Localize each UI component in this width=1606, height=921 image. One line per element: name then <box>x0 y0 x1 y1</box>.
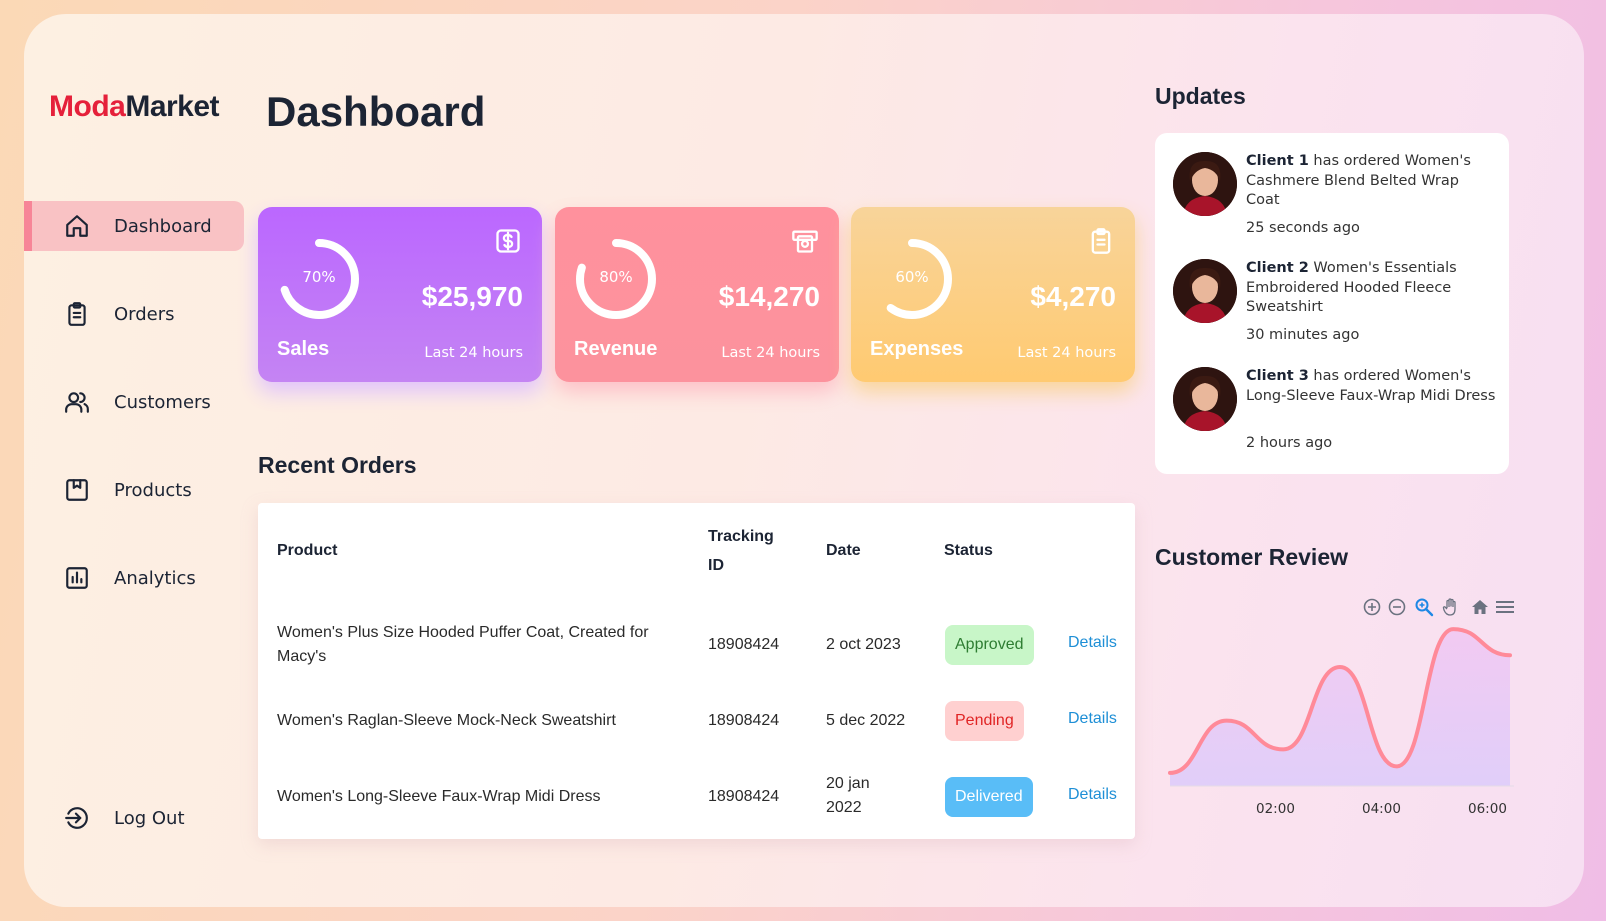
card-subtitle: Last 24 hours <box>1017 345 1116 361</box>
x-tick-label: 02:00 <box>1256 801 1295 817</box>
update-time: 30 minutes ago <box>1246 327 1360 343</box>
updates-title: Updates <box>1155 83 1246 109</box>
column-header-tracking-line2: ID <box>708 557 724 574</box>
client-name: Client 2 <box>1246 260 1309 276</box>
tracking-id-cell: 18908424 <box>708 712 780 729</box>
sidebar-item-customers[interactable]: Customers <box>24 377 244 427</box>
expenses-card[interactable]: 60% Expenses $4,270 Last 24 hours <box>851 207 1135 382</box>
date-cell: 2 oct 2023 <box>826 636 901 653</box>
logout-icon <box>65 807 88 829</box>
logout-button[interactable]: Log Out <box>24 793 244 843</box>
percent-label: 60% <box>895 268 929 286</box>
client-name: Client 3 <box>1246 368 1309 384</box>
logo-part-moda: Moda <box>49 90 126 123</box>
status-badge: Approved <box>945 625 1034 665</box>
column-header-tracking-id: Tracking ID <box>708 522 774 580</box>
sidebar-item-label: Orders <box>114 303 175 325</box>
page-title: Dashboard <box>266 88 486 135</box>
column-header-product: Product <box>277 542 338 559</box>
updates-panel: Client 1 has ordered Women's Cashmere Bl… <box>1155 133 1509 474</box>
sidebar-item-dashboard[interactable]: Dashboard <box>24 201 244 251</box>
recent-orders-title: Recent Orders <box>258 452 417 478</box>
date-cell: 5 dec 2022 <box>826 712 906 729</box>
product-cell: Women's Plus Size Hooded Puffer Coat, Cr… <box>277 624 649 665</box>
dollar-icon <box>496 229 520 253</box>
update-time: 2 hours ago <box>1246 435 1333 451</box>
logo-part-market: Market <box>125 90 220 123</box>
card-subtitle: Last 24 hours <box>424 345 523 361</box>
customer-review-chart <box>1168 627 1514 787</box>
card-value: $14,270 <box>718 281 820 312</box>
sidebar-item-label: Products <box>114 479 192 501</box>
orders-table: Product Tracking ID Date Status Women's … <box>258 503 1135 839</box>
logout-label: Log Out <box>114 807 185 829</box>
update-text: Client 3 has ordered Women's Long-Sleeve… <box>1246 367 1496 406</box>
sidebar-item-label: Analytics <box>114 567 196 589</box>
sidebar-item-products[interactable]: Products <box>24 465 244 515</box>
clipboard-icon <box>1091 228 1111 254</box>
card-name: Expenses <box>870 338 964 360</box>
product-cell: Women's Raglan-Sleeve Mock-Neck Sweatshi… <box>277 712 616 729</box>
sales-card[interactable]: 70% Sales $25,970 Last 24 hours <box>258 207 542 382</box>
sidebar-item-label: Dashboard <box>114 215 212 237</box>
percent-label: 80% <box>599 268 633 286</box>
app-window: ModaMarket Dashboard Orders Customers Pr… <box>24 14 1584 907</box>
sidebar-item-label: Customers <box>114 391 211 413</box>
card-value: $4,270 <box>1030 281 1116 312</box>
details-link[interactable]: Details <box>1068 634 1117 652</box>
box-icon <box>66 479 88 501</box>
x-tick-label: 06:00 <box>1468 801 1507 817</box>
tracking-id-cell: 18908424 <box>708 636 780 653</box>
tracking-id-cell: 18908424 <box>708 788 780 805</box>
date-cell: 20 jan 2022 <box>826 775 870 816</box>
customer-review-title: Customer Review <box>1155 544 1349 570</box>
avatar <box>1173 152 1237 216</box>
sidebar-item-orders[interactable]: Orders <box>24 289 244 339</box>
home-icon <box>66 215 88 237</box>
percent-label: 70% <box>302 268 336 286</box>
product-cell: Women's Long-Sleeve Faux-Wrap Midi Dress <box>277 788 601 805</box>
update-text: Client 2 Women's Essentials Embroidered … <box>1246 259 1496 318</box>
details-link[interactable]: Details <box>1068 786 1117 804</box>
chart-area-fill <box>1170 629 1510 786</box>
card-name: Sales <box>277 338 330 360</box>
revenue-card[interactable]: 80% Revenue $14,270 Last 24 hours <box>555 207 839 382</box>
avatar <box>1173 259 1237 323</box>
status-badge: Delivered <box>945 777 1033 817</box>
avatar <box>1173 367 1237 431</box>
sidebar-item-analytics[interactable]: Analytics <box>24 553 244 603</box>
x-tick-label: 04:00 <box>1362 801 1401 817</box>
users-icon <box>65 392 89 413</box>
clipboard-icon <box>68 302 86 326</box>
column-header-tracking-line1: Tracking <box>708 528 774 545</box>
card-name: Revenue <box>574 338 658 360</box>
column-header-date: Date <box>826 542 861 559</box>
update-text: Client 1 has ordered Women's Cashmere Bl… <box>1246 152 1496 211</box>
update-time: 25 seconds ago <box>1246 220 1360 236</box>
bar-chart-icon <box>66 567 88 589</box>
card-value: $25,970 <box>421 281 523 312</box>
status-badge: Pending <box>945 701 1024 741</box>
brand-logo[interactable]: ModaMarket <box>49 90 220 124</box>
column-header-status: Status <box>944 542 993 559</box>
client-name: Client 1 <box>1246 153 1309 169</box>
card-subtitle: Last 24 hours <box>721 345 820 361</box>
details-link[interactable]: Details <box>1068 710 1117 728</box>
money-icon <box>792 230 818 253</box>
